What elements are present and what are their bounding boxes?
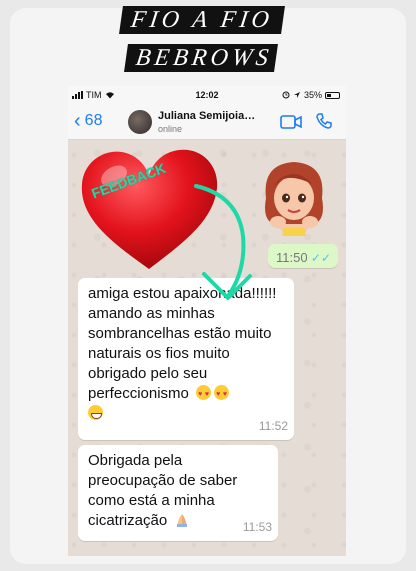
grinning-emoji-icon bbox=[88, 405, 103, 420]
chevron-left-icon: ‹ bbox=[74, 110, 81, 132]
memoji-sticker bbox=[265, 162, 323, 236]
alarm-icon bbox=[282, 91, 290, 99]
contact-status: online bbox=[158, 124, 183, 134]
message-text: amiga estou apaixonada!!!!!! amando as m… bbox=[88, 285, 277, 402]
phone-screenshot: TIM 12:02 35% ‹ 68 Juliana Semijoia… onl… bbox=[68, 86, 346, 556]
title-line-2: BEBROWS bbox=[124, 44, 278, 72]
video-call-icon[interactable] bbox=[280, 115, 302, 129]
folded-hands-emoji-icon bbox=[177, 514, 188, 527]
title-line-1: FIO A FIO bbox=[119, 6, 285, 34]
location-icon bbox=[293, 92, 300, 98]
message-time: 11:53 bbox=[242, 520, 272, 534]
voice-call-icon[interactable] bbox=[316, 113, 332, 129]
read-receipt-icon: ✓✓ bbox=[310, 251, 331, 265]
battery-percent: 35% bbox=[303, 90, 322, 100]
chat-header: ‹ 68 Juliana Semijoia… online bbox=[68, 104, 346, 140]
back-button[interactable]: ‹ 68 bbox=[74, 110, 103, 132]
contact-name[interactable]: Juliana Semijoia… bbox=[158, 110, 255, 122]
message-time: 11:50 bbox=[276, 250, 308, 265]
incoming-message[interactable]: amiga estou apaixonada!!!!!! amando as m… bbox=[78, 278, 294, 440]
message-time: 11:52 bbox=[258, 419, 288, 433]
battery-icon bbox=[325, 91, 340, 99]
status-bar: TIM 12:02 35% bbox=[68, 86, 346, 104]
outgoing-message[interactable]: 11:50 ✓✓ bbox=[268, 244, 338, 268]
contact-avatar[interactable] bbox=[128, 110, 152, 134]
incoming-message[interactable]: Obrigada pela preocupação de saber como … bbox=[78, 445, 278, 541]
heart-eyes-emoji-icon bbox=[196, 385, 212, 405]
unread-count: 68 bbox=[84, 112, 103, 129]
heart-eyes-emoji-icon bbox=[214, 385, 230, 405]
message-text: Obrigada pela preocupação de saber como … bbox=[88, 452, 238, 529]
